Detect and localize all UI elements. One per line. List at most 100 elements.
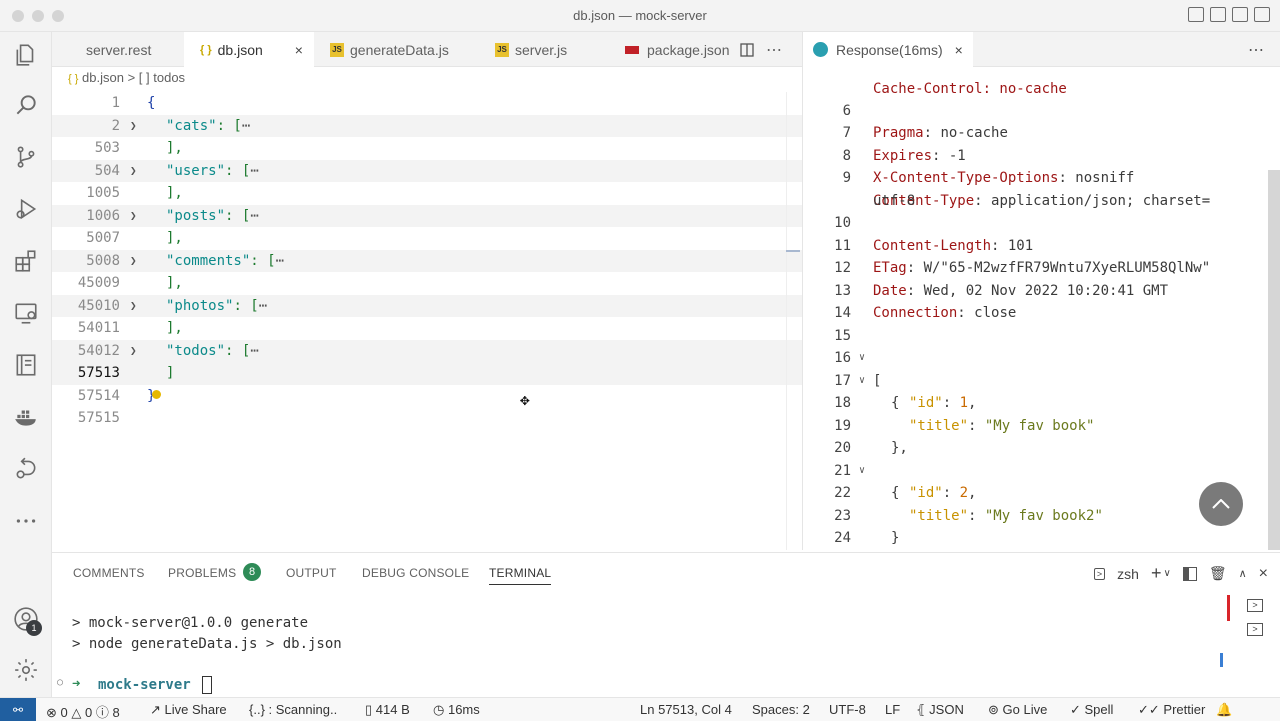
tab-label: db.json (217, 41, 263, 58)
response-line: utf-8 (803, 167, 1280, 209)
tab-server-js[interactable]: JS server.js (479, 32, 607, 67)
close-panel-icon[interactable]: × (1259, 565, 1268, 583)
toggle-panel-icon[interactable] (1210, 7, 1226, 22)
fold-chevron-icon[interactable]: ❯ (130, 160, 137, 183)
encoding-status[interactable]: UTF-8 (829, 702, 866, 717)
terminal-shell-label[interactable]: zsh (1117, 566, 1139, 582)
file-size-status[interactable]: ▯ 414 B (365, 702, 410, 718)
more-actions-icon[interactable]: ⋯ (766, 32, 788, 67)
notifications-icon[interactable]: 🔔 (1216, 702, 1232, 718)
timing-status[interactable]: ◷ 16ms (433, 702, 480, 718)
folded-ellipsis[interactable]: ⋯ (259, 298, 267, 314)
activity-bar: 1 (0, 32, 52, 697)
toggle-secondary-sidebar-icon[interactable] (1232, 7, 1248, 22)
response-line: 19 }, (803, 392, 1280, 457)
remote-indicator-icon[interactable]: ⚯ (0, 698, 36, 721)
spell-status[interactable]: ✓ Spell (1070, 702, 1113, 718)
go-live-button[interactable]: ⊚ Go Live (988, 702, 1047, 718)
folded-ellipsis[interactable]: ⋯ (242, 118, 250, 134)
line-number: 57515 (77, 410, 120, 426)
fold-chevron-icon[interactable]: ❯ (130, 295, 137, 318)
tab-terminal[interactable]: TERMINAL (489, 566, 552, 585)
close-tab-icon[interactable]: × (955, 42, 963, 58)
title-bar: db.json — mock-server (0, 0, 1280, 32)
tab-comments[interactable]: COMMENTS (73, 566, 145, 580)
maximize-panel-icon[interactable]: ∧ (1239, 567, 1247, 580)
response-viewer[interactable]: Cache-Control: no-cache 6 Pragma: no-cac… (802, 67, 1280, 550)
fold-chevron-icon[interactable]: ❯ (130, 340, 137, 363)
json-punct: : [ (233, 297, 259, 314)
book-icon[interactable] (13, 352, 39, 378)
folded-ellipsis[interactable]: ⋯ (250, 343, 258, 359)
code-line: 1005 ], (52, 182, 802, 205)
lightbulb-icon[interactable] (152, 389, 161, 399)
docker-icon[interactable] (13, 404, 39, 430)
problems-badge: 8 (243, 563, 261, 581)
response-line: 7 Expires: -1 (803, 100, 1280, 164)
response-line: 17 "id": 1, (803, 347, 1280, 412)
code-line: 2 ❯ "cats": [⋯ (52, 114, 802, 138)
tab-response[interactable]: Response(16ms) × (803, 32, 973, 67)
more-icon[interactable] (13, 508, 39, 534)
scroll-to-top-button[interactable] (1199, 482, 1243, 526)
fold-chevron-icon[interactable]: ❯ (130, 115, 137, 138)
customize-layout-icon[interactable] (1254, 7, 1270, 22)
terminal-instance-icon[interactable]: > (1247, 599, 1263, 612)
run-debug-icon[interactable] (13, 196, 39, 222)
folded-ellipsis[interactable]: ⋯ (250, 163, 258, 179)
json-punct: : [ (216, 117, 242, 134)
folded-ellipsis[interactable]: ⋯ (250, 208, 258, 224)
search-icon[interactable] (13, 92, 39, 118)
problems-status[interactable]: ⊗ 0 △ 0 ⓘ 8 (46, 702, 120, 721)
cursor-position-status[interactable]: Ln 57513, Col 4 (640, 702, 732, 717)
split-editor-icon[interactable] (740, 32, 762, 67)
trash-icon[interactable]: 🗑 (1209, 565, 1227, 582)
tab-package-json[interactable]: package.json (607, 32, 747, 67)
terminal-output-line: > node generateData.js > db.json (72, 636, 342, 652)
breadcrumb-file[interactable]: db.json (82, 70, 124, 85)
editor-scrollbar[interactable] (786, 92, 802, 550)
fold-chevron-icon[interactable]: ❯ (130, 250, 137, 273)
new-terminal-icon[interactable]: + (1151, 563, 1162, 584)
live-share-button[interactable]: ↗ Live Share (150, 702, 227, 718)
window-title: db.json — mock-server (573, 8, 707, 23)
breadcrumb-separator: > (127, 70, 136, 85)
remote-explorer-icon[interactable] (13, 300, 39, 326)
terminal-instance-icon[interactable]: > (1247, 623, 1263, 636)
chevron-down-icon[interactable]: ∨ (1163, 568, 1170, 579)
code-text: ], (166, 275, 183, 291)
close-tab-icon[interactable]: × (295, 42, 303, 58)
folded-ellipsis[interactable]: ⋯ (276, 253, 284, 269)
code-editor[interactable]: 1 { 2 ❯ "cats": [⋯ 503 ], 504 ❯ "users":… (52, 90, 802, 550)
thunder-client-icon[interactable] (13, 456, 39, 482)
tab-debug-console[interactable]: DEBUG CONSOLE (362, 566, 469, 580)
prettier-status[interactable]: ✓✓ Prettier (1138, 702, 1205, 718)
source-control-icon[interactable] (13, 144, 39, 170)
response-line: 18 "title": "My fav book" (803, 370, 1280, 434)
line-number: 57513 (77, 365, 120, 381)
eol-status[interactable]: LF (885, 702, 900, 717)
breadcrumb-node[interactable]: [ ] todos (139, 70, 185, 85)
line-number: 1005 (86, 185, 120, 201)
extensions-icon[interactable] (13, 248, 39, 274)
tab-db-json[interactable]: { } db.json × (184, 32, 314, 67)
settings-gear-icon[interactable] (13, 657, 39, 683)
toggle-sidebar-icon[interactable] (1188, 7, 1204, 22)
more-actions-icon[interactable]: ⋯ (1248, 40, 1264, 60)
fold-chevron-icon[interactable]: ❯ (130, 205, 137, 228)
line-number: 57514 (77, 387, 120, 404)
response-scrollbar[interactable] (1268, 170, 1280, 550)
split-terminal-icon[interactable] (1182, 566, 1197, 581)
scroll-marker (1220, 653, 1223, 667)
code-text: ], (166, 320, 183, 336)
tab-server-rest[interactable]: server.rest (52, 32, 184, 67)
language-mode-status[interactable]: ⦃ JSON (916, 702, 964, 718)
json-punct: : [ (225, 342, 251, 359)
terminal-cursor[interactable] (202, 676, 212, 694)
indentation-status[interactable]: Spaces: 2 (752, 702, 810, 717)
tab-generatedata-js[interactable]: JS generateData.js (314, 32, 479, 67)
explorer-icon[interactable] (13, 42, 39, 68)
tab-output[interactable]: OUTPUT (286, 566, 337, 580)
tab-problems[interactable]: PROBLEMS (168, 566, 236, 580)
scanning-status[interactable]: {..} : Scanning.. (249, 702, 337, 717)
